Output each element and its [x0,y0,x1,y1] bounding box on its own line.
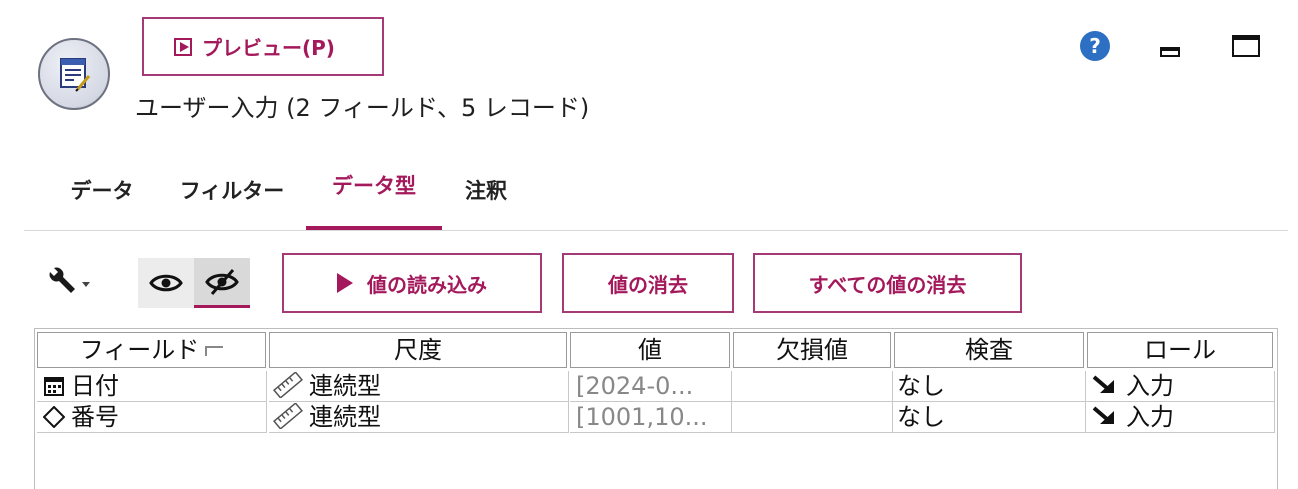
tab-data-type-label: データ型 [332,174,416,198]
hide-fields-button[interactable] [194,258,250,308]
node-title: ユーザー入力 (2 フィールド、5 レコード) [135,94,590,122]
tab-filter[interactable]: フィルター [158,150,306,230]
visibility-toggle-group [138,258,250,308]
wrench-icon [49,267,90,293]
clear-all-values-button[interactable]: すべての値の消去 [753,253,1022,313]
ruler-icon [273,402,303,430]
column-header-field[interactable]: フィールド [37,332,266,368]
eye-slash-icon [205,268,239,295]
read-values-button[interactable]: 値の読み込み [282,253,542,313]
column-header-role-label: ロール [1144,336,1216,364]
column-header-check[interactable]: 検査 [894,332,1084,368]
maximize-icon[interactable] [1232,35,1260,57]
role-value: 入力 [1126,372,1174,400]
clear-all-values-label: すべての値の消去 [808,272,967,297]
play-icon [337,273,353,293]
measure-cell[interactable]: 連続型 [269,402,569,433]
column-header-missing[interactable]: 欠損値 [733,332,891,368]
diamond-icon [42,405,66,429]
sort-indicator-icon [205,346,224,356]
node-icon [38,38,110,110]
role-cell[interactable]: 入力 [1086,402,1275,433]
read-values-label: 値の読み込み [367,272,487,297]
eye-icon [149,274,183,292]
data-type-table: フィールド 尺度 値 欠損値 検査 ロール 日付 連続型 [2024-0... … [34,328,1278,489]
chevron-down-icon [82,282,90,287]
column-header-missing-label: 欠損値 [776,336,848,364]
tab-data[interactable]: データ [46,150,158,230]
show-fields-button[interactable] [138,258,194,308]
field-cell[interactable]: 日付 [37,371,267,402]
field-name: 日付 [71,372,119,400]
input-arrow-icon [1092,375,1114,393]
check-cell[interactable]: なし [893,402,1086,433]
missing-cell[interactable] [732,371,893,402]
tab-annotation[interactable]: 注釈 [450,150,522,230]
table-edit-icon [60,58,91,92]
check-cell[interactable]: なし [893,371,1086,402]
tab-filter-label: フィルター [179,179,285,203]
preview-button[interactable]: プレビュー(P) [142,17,384,76]
preview-label: プレビュー(P) [202,36,335,60]
column-header-value-label: 値 [638,336,662,364]
measure-value: 連続型 [309,403,381,431]
column-header-measure-label: 尺度 [394,336,442,364]
minimize-icon[interactable] [1160,47,1180,57]
tab-annotation-label: 注釈 [465,179,507,203]
ruler-icon [273,371,303,399]
column-header-value[interactable]: 値 [570,332,730,368]
role-cell[interactable]: 入力 [1086,371,1275,402]
column-header-role[interactable]: ロール [1087,332,1273,368]
role-value: 入力 [1126,403,1174,431]
measure-value: 連続型 [309,372,381,400]
column-header-field-label: フィールド [79,336,200,364]
help-icon[interactable]: ? [1080,31,1110,61]
column-header-check-label: 検査 [965,336,1013,364]
tab-data-type[interactable]: データ型 [306,150,442,230]
field-name: 番号 [71,403,119,431]
column-header-measure[interactable]: 尺度 [269,332,567,368]
tools-dropdown[interactable] [46,266,94,296]
values-cell[interactable]: [1001,10... [570,402,732,433]
calendar-icon [44,377,64,396]
clear-values-label: 値の消去 [608,272,688,297]
missing-cell[interactable] [732,402,893,433]
measure-cell[interactable]: 連続型 [269,371,569,402]
tab-bar: データ フィルター データ型 注釈 [24,150,1288,231]
input-arrow-icon [1092,406,1114,424]
tab-data-label: データ [70,179,134,203]
clear-values-button[interactable]: 値の消去 [562,253,734,313]
field-cell[interactable]: 番号 [37,402,267,433]
values-cell[interactable]: [2024-0... [570,371,732,402]
play-icon [174,37,192,56]
